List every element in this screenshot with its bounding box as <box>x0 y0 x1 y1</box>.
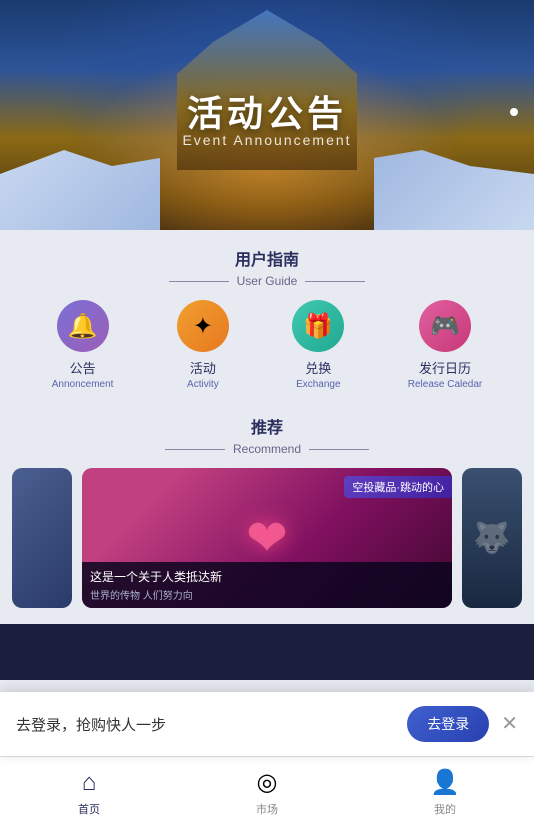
login-banner-text: 去登录，抢购快人一步 <box>16 714 166 735</box>
guide-item-exchange[interactable]: 🎁 兑换 Exchange <box>292 300 344 390</box>
bottom-nav: ⌂ 首页 ◎ 市场 👤 我的 <box>0 756 534 828</box>
exchange-icon-circle: 🎁 <box>292 300 344 352</box>
release-label-en: Release Caledar <box>408 379 483 390</box>
nav-item-home[interactable]: ⌂ 首页 <box>0 757 178 828</box>
card-stub-left-inner <box>12 468 72 608</box>
card-stub-right[interactable]: 🐺 <box>462 468 522 608</box>
card-stub-right-inner: 🐺 <box>462 468 522 608</box>
guide-item-announcement[interactable]: 🔔 公告 Annoncement <box>52 300 114 390</box>
release-icon-circle: 🎮 <box>419 300 471 352</box>
home-icon: ⌂ <box>82 769 97 797</box>
release-label-cn: 发行日历 <box>419 358 471 377</box>
guide-header: 用户指南 User Guide <box>0 246 534 288</box>
guide-item-activity[interactable]: ✦ 活动 Activity <box>177 300 229 390</box>
hero-snow-left <box>0 150 160 230</box>
login-banner-actions: 去登录 ✕ <box>407 706 518 742</box>
hero-title-cn: 活动公告 <box>0 85 534 137</box>
close-login-banner-button[interactable]: ✕ <box>501 714 518 734</box>
guide-section: 用户指南 User Guide 🔔 公告 Annoncement ✦ 活动 Ac… <box>0 230 534 402</box>
recommend-section: 推荐 Recommend 空投藏品·跳动的心 这是一个关于人类抵达新 世界的传物… <box>0 402 534 624</box>
guide-title-cn: 用户指南 <box>0 246 534 270</box>
activity-label-en: Activity <box>187 379 219 390</box>
exchange-label-cn: 兑换 <box>305 358 331 377</box>
guide-item-release[interactable]: 🎮 发行日历 Release Caledar <box>408 300 483 390</box>
card-info-line1: 这是一个关于人类抵达新 <box>90 568 444 585</box>
login-banner: 去登录，抢购快人一步 去登录 ✕ <box>0 692 534 756</box>
go-login-button[interactable]: 去登录 <box>407 706 489 742</box>
announcement-icon-circle: 🔔 <box>57 300 109 352</box>
card-main[interactable]: 空投藏品·跳动的心 这是一个关于人类抵达新 世界的传物 人们努力向 <box>82 468 452 608</box>
market-icon: ◎ <box>257 768 278 797</box>
nav-item-market[interactable]: ◎ 市场 <box>178 757 356 828</box>
guide-divider: User Guide <box>0 274 534 288</box>
announcement-label-cn: 公告 <box>70 358 96 377</box>
nav-home-label: 首页 <box>78 801 100 817</box>
nav-item-profile[interactable]: 👤 我的 <box>356 757 534 828</box>
recommend-divider: Recommend <box>0 442 534 456</box>
recommend-header: 推荐 Recommend <box>0 414 534 456</box>
recommend-title-cn: 推荐 <box>0 414 534 438</box>
recommend-cards: 空投藏品·跳动的心 这是一个关于人类抵达新 世界的传物 人们努力向 🐺 <box>0 460 534 616</box>
guide-title-en: User Guide <box>237 274 298 288</box>
nav-profile-label: 我的 <box>434 801 456 817</box>
hero-banner: 活动公告 Event Announcement <box>0 0 534 230</box>
hero-dot <box>510 108 518 116</box>
card-stub-left[interactable] <box>12 468 72 608</box>
guide-icons: 🔔 公告 Annoncement ✦ 活动 Activity 🎁 兑换 Exch… <box>0 300 534 390</box>
activity-label-cn: 活动 <box>190 358 216 377</box>
card-tag: 空投藏品·跳动的心 <box>344 476 452 498</box>
nav-market-label: 市场 <box>256 801 278 817</box>
profile-icon: 👤 <box>430 768 460 797</box>
hero-title-en: Event Announcement <box>0 132 534 148</box>
activity-icon-circle: ✦ <box>177 300 229 352</box>
announcement-label-en: Annoncement <box>52 379 114 390</box>
card-info-line2: 世界的传物 人们努力向 <box>90 587 444 602</box>
card-info: 这是一个关于人类抵达新 世界的传物 人们努力向 <box>82 562 452 608</box>
recommend-title-en: Recommend <box>233 442 301 456</box>
hero-snow-right <box>374 150 534 230</box>
exchange-label-en: Exchange <box>296 379 340 390</box>
